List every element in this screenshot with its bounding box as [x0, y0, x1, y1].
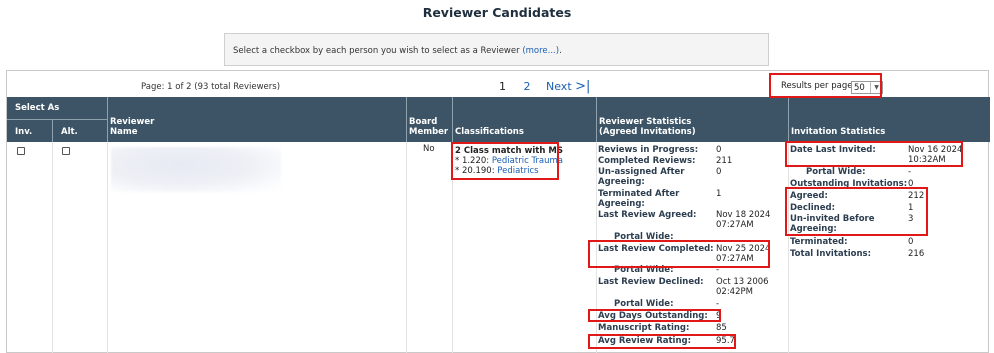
instructions-end: .: [559, 46, 562, 56]
highlight-classifications: [451, 142, 559, 180]
stat-label: Last Review Agreed:: [598, 210, 697, 220]
board-member-value: No: [423, 144, 435, 154]
highlight-agreed-declined: [785, 187, 928, 236]
inv-header: Inv.: [15, 127, 33, 137]
stat-label: Last Review Declined:: [598, 277, 704, 287]
stat-value: 85: [716, 323, 727, 333]
invite-checkbox[interactable]: [17, 147, 25, 155]
reviewer-statistics-header: Reviewer Statistics (Agreed Invitations): [599, 117, 696, 137]
inv-stat-value: 0: [908, 237, 914, 247]
highlight-date-last-invited: [785, 141, 963, 167]
stat-label: Agreeing:: [598, 177, 645, 187]
inv-stat-label: Terminated:: [790, 237, 848, 247]
page-1-current: 1: [499, 80, 506, 93]
col-divider: [107, 142, 108, 353]
col-divider: [52, 142, 53, 353]
instructions-text: Select a checkbox by each person you wis…: [233, 46, 523, 56]
col-divider: [788, 142, 789, 353]
highlight-last-review-completed: [588, 240, 770, 268]
stat-label: Manuscript Rating:: [598, 323, 690, 333]
next-label: Next: [546, 80, 572, 93]
pagination: 1 2 Next >|: [499, 79, 590, 94]
alternate-checkbox[interactable]: [62, 147, 70, 155]
classifications-header: Classifications: [455, 127, 524, 137]
page-info: Page: 1 of 2 (93 total Reviewers): [141, 82, 281, 92]
stat-value: Oct 13 2006: [716, 277, 769, 287]
col-divider: [406, 97, 407, 142]
stat-value: 02:42PM: [716, 287, 753, 297]
col-divider: [452, 97, 453, 142]
table-header: Select As Inv. Alt. Reviewer Name Board Me…: [7, 97, 990, 142]
inv-stat-label: Portal Wide:: [806, 167, 866, 177]
highlight-results-per-page: [769, 73, 882, 98]
stat-label: Un-assigned After: [598, 167, 685, 177]
next-page-link[interactable]: Next >|: [546, 79, 591, 94]
stat-label: Terminated After: [598, 189, 680, 199]
instructions-box: Select a checkbox by each person you wis…: [224, 33, 769, 66]
alt-header: Alt.: [61, 127, 78, 137]
inv-stat-value: -: [908, 167, 912, 177]
stat-value: 1: [716, 189, 722, 199]
page-2-link[interactable]: 2: [524, 80, 531, 93]
board-member-header: Board Member: [409, 117, 449, 137]
select-as-header: Select As: [15, 103, 60, 113]
highlight-avg-days-outstanding: [588, 309, 721, 322]
stat-label: Agreeing:: [598, 199, 645, 209]
col-divider: [406, 142, 407, 353]
col-divider: [52, 119, 53, 142]
inv-stat-value: 216: [908, 249, 925, 259]
highlight-avg-review-rating: [588, 334, 736, 349]
redacted-reviewer-name: [111, 147, 281, 192]
header-divider: [7, 119, 107, 120]
col-divider: [596, 97, 597, 142]
page-title: Reviewer Candidates: [422, 5, 572, 20]
stat-value: 0: [716, 145, 722, 155]
inv-stat-label: Total Invitations:: [790, 249, 871, 259]
next-chevron-icon: >|: [575, 79, 591, 94]
col-divider: [107, 97, 108, 142]
stat-label: Portal Wide:: [614, 299, 674, 309]
stat-value: 07:27AM: [716, 220, 754, 230]
stat-value: Nov 18 2024: [716, 210, 771, 220]
invitation-statistics-header: Invitation Statistics: [791, 127, 886, 137]
stat-label: Reviews in Progress:: [598, 145, 699, 155]
stat-value: -: [716, 299, 720, 309]
stat-value: 211: [716, 156, 733, 166]
col-divider: [788, 97, 789, 142]
stat-value: 0: [716, 167, 722, 177]
more-link[interactable]: (more...): [522, 46, 559, 56]
reviewer-name-header: Reviewer Name: [110, 117, 155, 137]
stat-label: Completed Reviews:: [598, 156, 696, 166]
